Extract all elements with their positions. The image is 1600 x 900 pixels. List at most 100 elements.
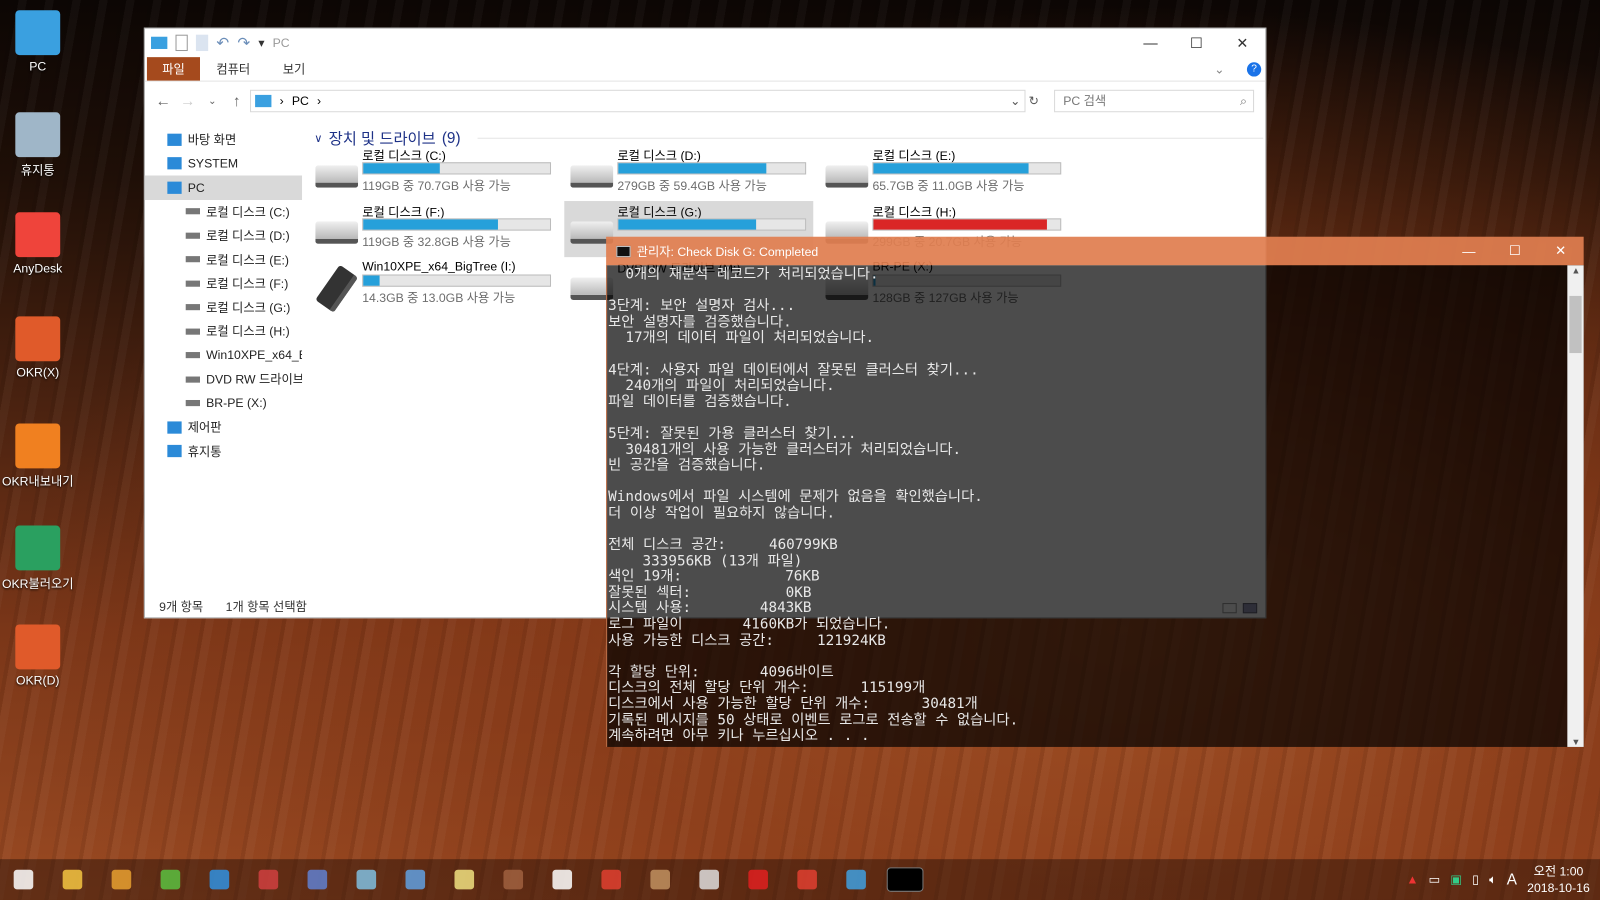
usb-icon[interactable]: ▯ [1472, 872, 1479, 886]
clock[interactable]: 오전 1:00 2018-10-16 [1527, 863, 1590, 896]
desktop-icon[interactable]: 휴지통 [0, 112, 76, 178]
usage-fill [363, 163, 440, 174]
scrollbar-thumb[interactable] [1569, 295, 1582, 354]
window-title: PC [272, 35, 290, 50]
customize-dropdown-icon[interactable]: ▾ [258, 36, 264, 50]
drive-tile[interactable]: 로컬 디스크 (C:) 119GB 중 70.7GB 사용 가능 [309, 145, 558, 201]
minimize-button[interactable]: — [1128, 29, 1174, 58]
usage-bar [872, 162, 1062, 175]
nav-item[interactable]: 제어판 [145, 415, 302, 439]
desktop-icon[interactable]: OKR(X) [0, 316, 76, 380]
desktop: PC 휴지통 AnyDesk OKR(X) OKR내보내기 OKR불러오기 OKR(D) ↶… [0, 0, 1600, 900]
app-icon[interactable] [307, 869, 328, 890]
display-icon[interactable]: ▣ [1450, 872, 1462, 886]
app-icon[interactable] [405, 869, 426, 890]
chrome-icon[interactable] [797, 869, 817, 890]
pc-icon[interactable] [846, 869, 866, 890]
redo-icon[interactable]: ↷ [237, 34, 250, 52]
start-icon[interactable] [13, 869, 34, 890]
forward-button[interactable]: → [176, 92, 200, 109]
okr-icon [15, 316, 61, 362]
desktop-icon[interactable]: PC [0, 10, 76, 73]
nav-item[interactable]: 로컬 디스크 (E:) [145, 247, 302, 271]
command-prompt-window[interactable]: 관리자: Check Disk G: Completed — ☐ ✕ 0개의 재분석… [606, 236, 1584, 747]
tab-file[interactable]: 파일 [146, 57, 200, 81]
tab-computer[interactable]: 컴퓨터 [200, 57, 266, 80]
desktop-icon[interactable]: AnyDesk [0, 212, 76, 276]
drive-tile[interactable]: Win10XPE_x64_BigTree (I:) 14.3GB 중 13.0GB… [309, 257, 558, 313]
console-output[interactable]: 0개의 재분석 레코드가 처리되었습니다. 3단계: 보안 설명자 검사... … [606, 265, 1584, 747]
ime-indicator[interactable]: A [1507, 871, 1517, 888]
drive-icon [185, 256, 200, 263]
up-button[interactable]: ↑ [224, 92, 248, 109]
app-icon[interactable] [503, 869, 524, 890]
nav-item[interactable]: 로컬 디스크 (C:) [145, 199, 302, 223]
address-dropdown-icon[interactable]: ⌄ [1010, 94, 1020, 108]
properties-icon[interactable] [175, 34, 188, 52]
volume-icon[interactable]: 🔈︎ [1489, 872, 1496, 887]
new-folder-icon[interactable] [195, 34, 209, 52]
tab-view[interactable]: 보기 [266, 57, 321, 80]
expand-ribbon-icon[interactable]: ⌄ [1198, 57, 1241, 81]
nav-item-label: 로컬 디스크 (C:) [206, 204, 290, 220]
drive-free-space: 119GB 중 32.8GB 사용 가능 [362, 234, 511, 249]
recycle-bin-icon [15, 112, 61, 158]
scrollbar[interactable]: ▲ ▼ [1567, 265, 1584, 747]
address-bar[interactable]: › PC › ⌄ [249, 89, 1026, 113]
undo-icon[interactable]: ↶ [216, 34, 229, 52]
usage-fill [873, 163, 1029, 174]
app-icon[interactable] [650, 869, 670, 890]
tools-icon[interactable] [699, 869, 719, 890]
nav-item[interactable]: 로컬 디스크 (F:) [145, 271, 302, 295]
nav-item-label: 로컬 디스크 (G:) [206, 300, 291, 316]
minimize-button[interactable]: — [1446, 237, 1492, 266]
tray-arrow-icon[interactable]: ▲ [1406, 872, 1418, 886]
snip-icon[interactable] [552, 869, 573, 890]
drive-free-space: 14.3GB 중 13.0GB 사용 가능 [362, 290, 516, 306]
breadcrumb-pc[interactable]: PC [292, 94, 309, 108]
maximize-button[interactable]: ☐ [1492, 237, 1538, 266]
drive-tile[interactable]: 로컬 디스크 (F:) 119GB 중 32.8GB 사용 가능 [309, 201, 558, 257]
back-button[interactable]: ← [151, 92, 175, 109]
app-icon[interactable] [209, 869, 230, 890]
help-icon[interactable]: ? [1246, 62, 1262, 77]
nav-item[interactable]: DVD RW 드라이브 [145, 367, 302, 391]
nav-item[interactable]: BR-PE (X:) [145, 391, 302, 415]
nav-item[interactable]: 로컬 디스크 (G:) [145, 295, 302, 319]
desktop-icon[interactable]: OKR(D) [0, 624, 76, 688]
app-icon[interactable] [356, 869, 377, 890]
network-icon[interactable]: ▭ [1429, 872, 1441, 886]
refresh-button[interactable]: ↻ [1029, 94, 1039, 108]
search-input[interactable]: PC 검색 ⌕ [1054, 89, 1255, 113]
close-button[interactable]: ✕ [1219, 29, 1265, 58]
recent-dropdown[interactable]: ⌄ [200, 95, 224, 106]
app-icon[interactable] [160, 869, 181, 890]
maximize-button[interactable]: ☐ [1173, 29, 1219, 58]
app-icon[interactable] [258, 869, 279, 890]
nav-item[interactable]: 로컬 디스크 (D:) [145, 223, 302, 247]
scroll-down-icon[interactable]: ▼ [1571, 737, 1580, 747]
nav-item[interactable]: 바탕 화면 [145, 128, 302, 152]
pc-icon [151, 36, 168, 49]
nav-item[interactable]: 로컬 디스크 (H:) [145, 319, 302, 343]
drive-tile[interactable]: 로컬 디스크 (D:) 279GB 중 59.4GB 사용 가능 [564, 145, 813, 201]
usage-bar [362, 218, 552, 231]
app-icon[interactable] [454, 869, 475, 890]
nav-item[interactable]: Win10XPE_x64_Bi [145, 343, 302, 367]
desktop-icon[interactable]: OKR불러오기 [0, 525, 76, 592]
chrome-icon[interactable] [601, 869, 622, 890]
search-placeholder: PC 검색 [1063, 93, 1107, 109]
nav-item[interactable]: 휴지통 [145, 439, 302, 463]
drive-tile[interactable]: 로컬 디스크 (E:) 65.7GB 중 11.0GB 사용 가능 [819, 145, 1068, 201]
app-icon[interactable] [111, 869, 132, 890]
drive-icon [185, 304, 200, 311]
nav-item[interactable]: SYSTEM [145, 152, 302, 176]
desktop-icon[interactable]: OKR내보내기 [0, 423, 76, 489]
scroll-up-icon[interactable]: ▲ [1571, 265, 1580, 275]
file-explorer-icon[interactable] [62, 869, 83, 890]
hard-drive-icon [315, 165, 359, 188]
close-x-icon[interactable] [748, 869, 768, 890]
cmd-icon[interactable] [886, 867, 924, 892]
close-button[interactable]: ✕ [1538, 237, 1584, 266]
nav-item[interactable]: PC [144, 175, 303, 200]
